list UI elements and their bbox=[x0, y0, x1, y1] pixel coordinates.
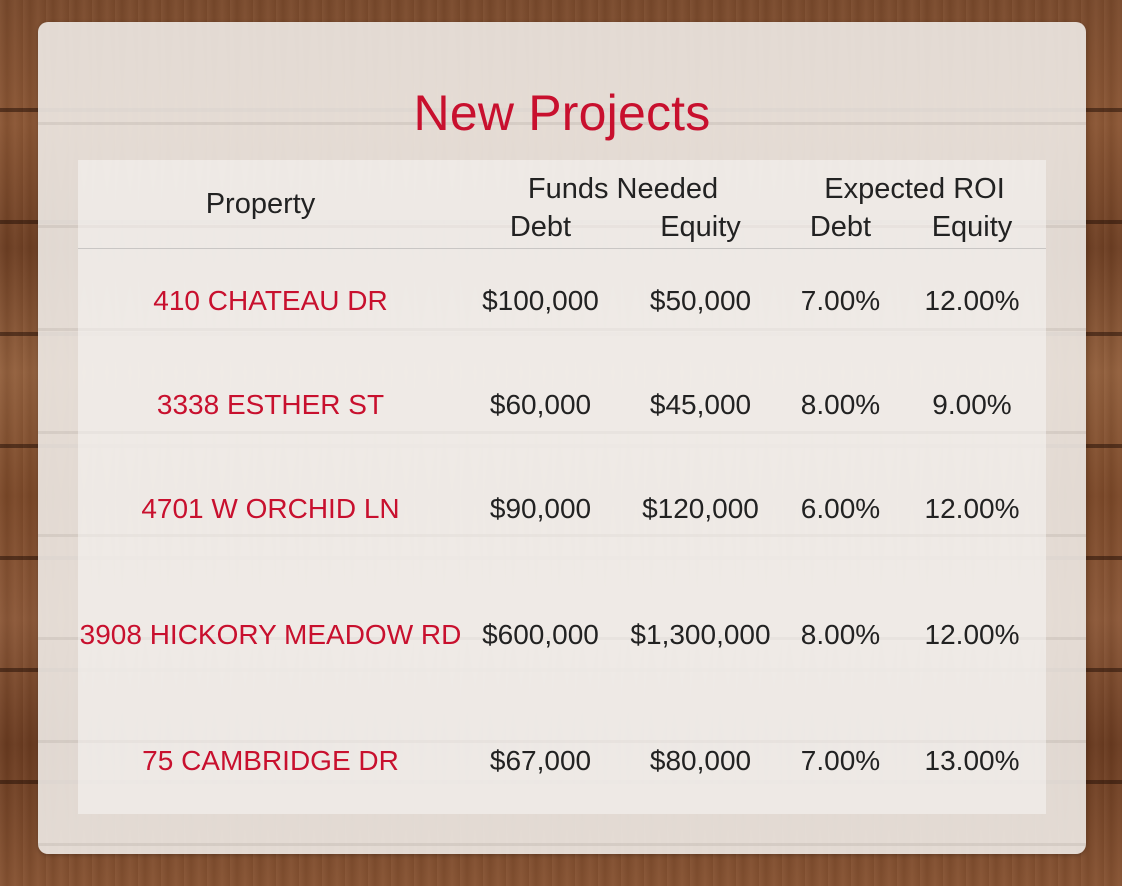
header-property: Property bbox=[78, 160, 463, 249]
funds-equity-cell: $1,300,000 bbox=[630, 619, 771, 650]
funds-equity-cell: $50,000 bbox=[649, 285, 752, 316]
roi-equity-cell: 9.00% bbox=[932, 389, 1012, 420]
header-funds-equity: Equity bbox=[618, 206, 783, 249]
funds-equity-cell: $45,000 bbox=[649, 389, 752, 420]
header-funds-needed: Funds Needed bbox=[527, 173, 719, 205]
property-link[interactable]: 3338 ESTHER ST bbox=[78, 353, 463, 457]
funds-debt-cell: $67,000 bbox=[489, 745, 592, 776]
funds-debt-cell: $100,000 bbox=[482, 285, 599, 316]
roi-debt-cell: 8.00% bbox=[800, 619, 881, 650]
header-roi-equity: Equity bbox=[898, 206, 1046, 249]
roi-equity-cell: 13.00% bbox=[924, 745, 1020, 776]
roi-equity-cell: 12.00% bbox=[924, 493, 1020, 524]
property-link[interactable]: 4701 W ORCHID LN bbox=[78, 457, 463, 561]
funds-debt-cell: $90,000 bbox=[489, 493, 592, 524]
table-row: 3908 HICKORY MEADOW RD $600,000 $1,300,0… bbox=[78, 561, 1046, 709]
projects-panel: New Projects Property Funds Needed Expec… bbox=[38, 22, 1086, 854]
roi-debt-cell: 7.00% bbox=[800, 285, 881, 316]
header-funds-debt: Debt bbox=[463, 206, 618, 249]
header-expected-roi: Expected ROI bbox=[824, 173, 1005, 205]
table-row: 3338 ESTHER ST $60,000 $45,000 8.00% 9.0… bbox=[78, 353, 1046, 457]
table-row: 75 CAMBRIDGE DR $67,000 $80,000 7.00% 13… bbox=[78, 709, 1046, 813]
roi-debt-cell: 8.00% bbox=[800, 389, 881, 420]
projects-table-container: Property Funds Needed Expected ROI Debt … bbox=[78, 160, 1046, 814]
roi-debt-cell: 7.00% bbox=[800, 745, 881, 776]
header-roi-debt: Debt bbox=[783, 206, 898, 249]
funds-debt-cell: $600,000 bbox=[482, 619, 599, 650]
property-link[interactable]: 75 CAMBRIDGE DR bbox=[78, 709, 463, 813]
property-link[interactable]: 410 CHATEAU DR bbox=[78, 249, 463, 354]
property-link[interactable]: 3908 HICKORY MEADOW RD bbox=[78, 561, 463, 709]
table-row: 410 CHATEAU DR $100,000 $50,000 7.00% 12… bbox=[78, 249, 1046, 354]
table-row: 4701 W ORCHID LN $90,000 $120,000 6.00% … bbox=[78, 457, 1046, 561]
roi-equity-cell: 12.00% bbox=[924, 619, 1020, 650]
roi-debt-cell: 6.00% bbox=[800, 493, 881, 524]
funds-equity-cell: $80,000 bbox=[649, 745, 752, 776]
page-title: New Projects bbox=[413, 85, 711, 141]
funds-debt-cell: $60,000 bbox=[489, 389, 592, 420]
projects-table: Property Funds Needed Expected ROI Debt … bbox=[78, 160, 1046, 813]
funds-equity-cell: $120,000 bbox=[642, 493, 759, 524]
roi-equity-cell: 12.00% bbox=[924, 285, 1020, 316]
table-header-row: Property Funds Needed Expected ROI bbox=[78, 160, 1046, 249]
